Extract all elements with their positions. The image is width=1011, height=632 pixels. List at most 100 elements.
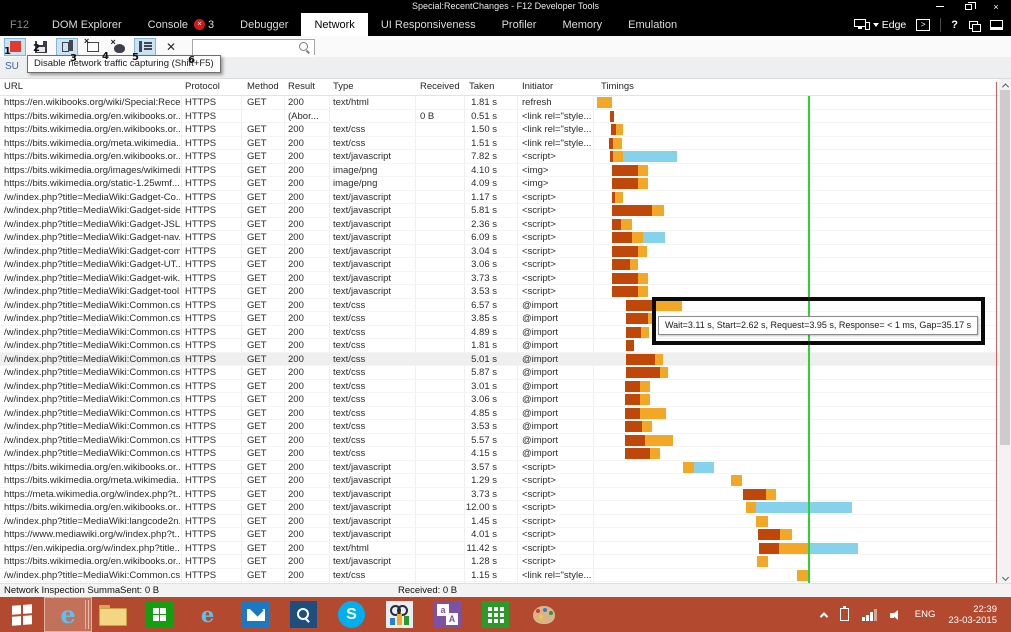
tab-console[interactable]: Console × 3 xyxy=(135,13,227,36)
cell-initiator: @import xyxy=(522,421,593,432)
taskbar-calculator-button[interactable] xyxy=(482,601,509,628)
cell-initiator: <script> xyxy=(522,502,593,513)
table-row[interactable]: https://bits.wikimedia.org/en.wikibooks.… xyxy=(0,110,999,124)
table-row[interactable]: /w/index.php?title=MediaWiki:Common.cs..… xyxy=(0,447,999,461)
minimize-button[interactable] xyxy=(933,1,947,12)
cell-initiator: <link rel="style... xyxy=(522,570,593,581)
table-row[interactable]: https://bits.wikimedia.org/en.wikibooks.… xyxy=(0,555,999,569)
tab-emulation[interactable]: Emulation xyxy=(615,13,690,36)
cell-type: text/css xyxy=(333,327,415,338)
column-header-received[interactable]: Received xyxy=(420,81,460,92)
column-header-result[interactable]: Result xyxy=(288,81,315,92)
column-header-timings[interactable]: Timings xyxy=(601,81,634,92)
column-header-type[interactable]: Type xyxy=(333,81,354,92)
table-row[interactable]: /w/index.php?title=MediaWiki:Gadget-Co..… xyxy=(0,191,999,205)
table-row[interactable]: /w/index.php?title=MediaWiki:Common.cs..… xyxy=(0,569,999,583)
clear-entries-button[interactable]: ✕ xyxy=(160,38,182,56)
cell-initiator: <script> xyxy=(522,556,593,567)
cell-taken: 1.15 s xyxy=(452,570,497,581)
cell-taken: 7.82 s xyxy=(452,151,497,162)
clear-cookies-button[interactable] xyxy=(108,38,130,56)
cell-result: 200 xyxy=(288,543,330,554)
cell-method: GET xyxy=(247,354,283,365)
taskbar-ie-desktop-button[interactable]: e xyxy=(194,601,221,628)
dock-bottom-icon[interactable] xyxy=(990,20,1003,30)
taskbar-store-button[interactable] xyxy=(146,601,173,628)
taskbar-paint-button[interactable] xyxy=(530,601,557,628)
scrollbar-thumb[interactable] xyxy=(1000,90,1010,445)
tab-profiler[interactable]: Profiler xyxy=(489,13,550,36)
table-row[interactable]: https://bits.wikimedia.org/en.wikibooks.… xyxy=(0,150,999,164)
table-row[interactable]: /w/index.php?title=MediaWiki:Gadget-com.… xyxy=(0,245,999,259)
unpin-icon[interactable] xyxy=(968,20,980,30)
start-button[interactable] xyxy=(0,597,44,632)
column-header-taken[interactable]: Taken xyxy=(469,81,494,92)
table-row[interactable]: https://bits.wikimedia.org/static-1.25wm… xyxy=(0,177,999,191)
table-row[interactable]: /w/index.php?title=MediaWiki:Gadget-UT..… xyxy=(0,258,999,272)
open-console-button[interactable]: > xyxy=(916,19,930,31)
table-row[interactable]: https://en.wikipedia.org/w/index.php?tit… xyxy=(0,542,999,556)
taskbar-ie-active-button[interactable]: e xyxy=(44,597,92,632)
battery-icon[interactable] xyxy=(840,608,849,621)
cell-initiator: <script> xyxy=(522,192,593,203)
table-row[interactable]: https://bits.wikimedia.org/images/wikime… xyxy=(0,164,999,178)
table-row[interactable]: https://en.wikibooks.org/wiki/Special:Re… xyxy=(0,96,999,110)
taskbar-clock[interactable]: 22:39 23-03-2015 xyxy=(948,604,997,626)
table-row[interactable]: https://bits.wikimedia.org/meta.wikimedi… xyxy=(0,474,999,488)
tab-memory[interactable]: Memory xyxy=(549,13,615,36)
table-row[interactable]: https://bits.wikimedia.org/en.wikibooks.… xyxy=(0,123,999,137)
table-row[interactable]: https://bits.wikimedia.org/en.wikibooks.… xyxy=(0,461,999,475)
vertical-scrollbar[interactable] xyxy=(999,79,1011,583)
taskbar-skype-button[interactable]: S xyxy=(338,601,365,628)
table-row[interactable]: /w/index.php?title=MediaWiki:Common.cs..… xyxy=(0,420,999,434)
clear-session-button[interactable] xyxy=(82,38,104,56)
tab-dom-explorer[interactable]: DOM Explorer xyxy=(39,13,135,36)
table-row[interactable]: /w/index.php?title=MediaWiki:Gadget-JSL.… xyxy=(0,218,999,232)
network-signal-icon[interactable] xyxy=(862,609,877,621)
tab-debugger[interactable]: Debugger xyxy=(227,13,301,36)
table-row[interactable]: /w/index.php?title=MediaWiki:Common.cs..… xyxy=(0,434,999,448)
table-row[interactable]: /w/index.php?title=MediaWiki:Gadget-nav.… xyxy=(0,231,999,245)
table-row[interactable]: /w/index.php?title=MediaWiki:Common.cs..… xyxy=(0,353,999,367)
column-header-method[interactable]: Method xyxy=(247,81,279,92)
cell-method: GET xyxy=(247,124,283,135)
scroll-down-button[interactable] xyxy=(999,571,1011,583)
column-header-initiator[interactable]: Initiator xyxy=(522,81,553,92)
show-hidden-icons-button[interactable] xyxy=(820,612,828,620)
table-row[interactable]: https://bits.wikimedia.org/meta.wikimedi… xyxy=(0,137,999,151)
cell-url: /w/index.php?title=MediaWiki:Gadget-tool… xyxy=(4,286,180,297)
table-row[interactable]: /w/index.php?title=MediaWiki:langcode2n.… xyxy=(0,515,999,529)
close-button[interactable]: × xyxy=(989,1,1003,12)
restore-button[interactable] xyxy=(961,1,975,12)
taskbar-money-button[interactable] xyxy=(386,601,413,628)
target-selector[interactable]: Edge xyxy=(854,19,907,31)
volume-icon[interactable] xyxy=(890,609,902,621)
taskbar-translator-button[interactable]: a A xyxy=(434,601,461,628)
search-icon[interactable] xyxy=(299,42,310,53)
table-row[interactable]: https://www.mediawiki.org/w/index.php?t.… xyxy=(0,528,999,542)
cell-taken: 1.17 s xyxy=(452,192,497,203)
table-row[interactable]: /w/index.php?title=MediaWiki:Common.cs..… xyxy=(0,366,999,380)
table-row[interactable]: /w/index.php?title=MediaWiki:Gadget-side… xyxy=(0,204,999,218)
timing-bar-segment xyxy=(683,462,694,473)
cell-method: GET xyxy=(247,259,283,270)
table-row[interactable]: https://meta.wikimedia.org/w/index.php?t… xyxy=(0,488,999,502)
table-row[interactable]: /w/index.php?title=MediaWiki:Common.cs..… xyxy=(0,407,999,421)
language-indicator[interactable]: ENG xyxy=(915,609,936,620)
tab-network[interactable]: Network xyxy=(301,13,367,36)
taskbar-search-button[interactable] xyxy=(290,601,317,628)
table-row[interactable]: /w/index.php?title=MediaWiki:Common.cs..… xyxy=(0,380,999,394)
timing-bar-segment xyxy=(621,219,632,230)
table-row[interactable]: /w/index.php?title=MediaWiki:Common.cs..… xyxy=(0,393,999,407)
cell-result: 200 xyxy=(288,529,330,540)
column-header-protocol[interactable]: Protocol xyxy=(185,81,220,92)
cell-type: text/javascript xyxy=(333,205,415,216)
taskbar-mail-button[interactable] xyxy=(242,601,269,628)
table-row[interactable]: /w/index.php?title=MediaWiki:Gadget-wik.… xyxy=(0,272,999,286)
tab-ui-responsiveness[interactable]: UI Responsiveness xyxy=(368,13,489,36)
taskbar-file-explorer-button[interactable] xyxy=(98,601,125,628)
help-button[interactable]: ? xyxy=(951,19,958,31)
table-row[interactable]: https://bits.wikimedia.org/en.wikibooks.… xyxy=(0,501,999,515)
column-header-url[interactable]: URL xyxy=(4,81,23,92)
stop-icon xyxy=(10,41,21,52)
